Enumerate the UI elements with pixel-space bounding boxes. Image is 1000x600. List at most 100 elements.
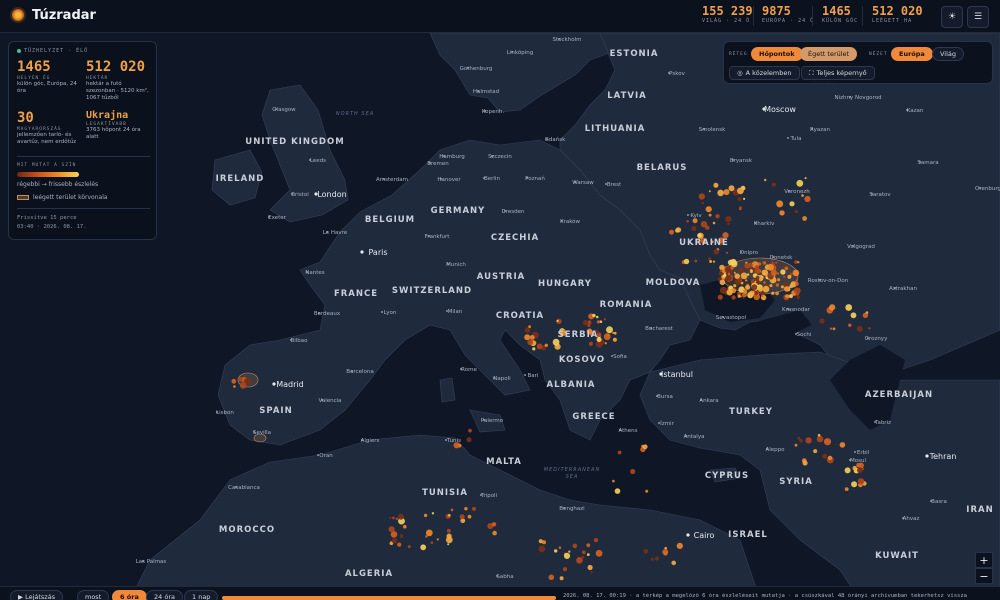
fire-hotspot[interactable] (795, 282, 799, 286)
fire-hotspot[interactable] (397, 513, 404, 520)
fire-hotspot[interactable] (538, 545, 546, 553)
fire-hotspot[interactable] (857, 467, 863, 474)
fire-hotspot[interactable] (787, 274, 792, 279)
fire-hotspot[interactable] (785, 294, 790, 299)
fire-hotspot[interactable] (817, 433, 821, 437)
fire-hotspot[interactable] (472, 506, 476, 511)
fire-hotspot[interactable] (420, 544, 427, 551)
fire-hotspot[interactable] (777, 278, 781, 282)
fire-hotspot[interactable] (389, 516, 392, 519)
fire-hotspot[interactable] (795, 279, 798, 282)
fire-hotspot[interactable] (734, 273, 740, 280)
fire-hotspot[interactable] (447, 514, 451, 517)
fire-hotspot[interactable] (701, 201, 705, 205)
time-chip-24h[interactable]: 24 óra (146, 590, 183, 600)
fire-hotspot[interactable] (544, 343, 548, 347)
fire-hotspot[interactable] (613, 331, 617, 335)
fire-hotspot[interactable] (671, 560, 676, 566)
fire-hotspot[interactable] (822, 453, 828, 459)
fire-hotspot[interactable] (388, 526, 395, 533)
fire-hotspot[interactable] (558, 546, 562, 549)
time-chip-1d[interactable]: 1 nap (184, 590, 219, 600)
fire-hotspot[interactable] (675, 227, 682, 233)
zoom-out-button[interactable]: − (975, 568, 993, 584)
fire-hotspot[interactable] (738, 278, 741, 281)
fire-hotspot[interactable] (742, 289, 748, 294)
fire-hotspot[interactable] (403, 524, 407, 529)
fire-hotspot[interactable] (733, 271, 737, 274)
fire-hotspot[interactable] (742, 296, 745, 299)
fire-hotspot[interactable] (698, 193, 705, 200)
fire-hotspot[interactable] (771, 291, 775, 295)
fire-hotspot[interactable] (554, 549, 558, 553)
fire-hotspot[interactable] (779, 210, 785, 216)
fire-hotspot[interactable] (581, 550, 586, 555)
fire-hotspot[interactable] (617, 450, 622, 455)
fire-hotspot[interactable] (762, 285, 770, 293)
fire-hotspot[interactable] (727, 259, 734, 266)
fire-hotspot[interactable] (630, 468, 636, 475)
fire-hotspot[interactable] (761, 294, 764, 298)
fire-hotspot[interactable] (654, 556, 659, 561)
fire-hotspot[interactable] (745, 284, 751, 290)
fire-hotspot[interactable] (450, 508, 454, 512)
fire-hotspot[interactable] (829, 327, 833, 330)
fire-hotspot[interactable] (727, 272, 731, 276)
fire-hotspot[interactable] (572, 543, 578, 549)
fire-hotspot[interactable] (829, 304, 836, 311)
fire-hotspot[interactable] (586, 543, 591, 548)
fire-hotspot[interactable] (715, 214, 720, 219)
fire-hotspot[interactable] (568, 550, 571, 553)
fire-hotspot[interactable] (643, 549, 649, 554)
fire-hotspot[interactable] (431, 512, 435, 515)
fire-hotspot[interactable] (467, 514, 472, 519)
fire-hotspot[interactable] (669, 229, 674, 235)
fire-hotspot[interactable] (713, 182, 719, 188)
fire-hotspot[interactable] (832, 327, 836, 331)
fire-hotspot[interactable] (794, 209, 798, 214)
fire-hotspot[interactable] (865, 311, 869, 314)
fire-hotspot[interactable] (425, 535, 428, 538)
time-chip-6h[interactable]: 6 óra (112, 590, 147, 600)
fire-hotspot[interactable] (725, 251, 729, 254)
fire-hotspot[interactable] (731, 295, 736, 300)
timeline-slider[interactable] (222, 596, 556, 600)
fire-hotspot[interactable] (796, 295, 800, 300)
fire-hotspot[interactable] (708, 190, 711, 193)
fire-hotspot[interactable] (592, 313, 596, 318)
fire-hotspot[interactable] (771, 182, 776, 187)
time-chip-now[interactable]: most (77, 590, 110, 600)
fire-hotspot[interactable] (767, 263, 774, 271)
fire-hotspot[interactable] (587, 564, 593, 571)
fire-hotspot[interactable] (789, 201, 795, 207)
fire-hotspot[interactable] (491, 522, 497, 527)
fire-hotspot[interactable] (797, 261, 800, 264)
fire-hotspot[interactable] (524, 327, 531, 334)
fire-hotspot[interactable] (707, 257, 712, 261)
menu-button[interactable]: ☰ (967, 6, 989, 28)
fire-hotspot[interactable] (712, 260, 716, 263)
fire-hotspot[interactable] (789, 284, 794, 289)
fire-hotspot[interactable] (784, 266, 789, 271)
fire-hotspot[interactable] (492, 530, 497, 536)
fire-hotspot[interactable] (804, 177, 807, 180)
fire-hotspot[interactable] (757, 286, 763, 292)
fire-hotspot[interactable] (604, 342, 607, 345)
fire-hotspot[interactable] (748, 290, 755, 297)
fire-hotspot[interactable] (737, 197, 742, 201)
fire-hotspot[interactable] (802, 216, 807, 221)
fire-hotspot[interactable] (562, 567, 568, 572)
fire-hotspot[interactable] (582, 319, 589, 326)
fire-hotspot[interactable] (725, 216, 732, 223)
fire-hotspot[interactable] (717, 294, 723, 300)
fire-hotspot[interactable] (856, 325, 863, 332)
fire-hotspot[interactable] (776, 200, 784, 208)
fire-hotspot[interactable] (445, 536, 453, 544)
fire-hotspot[interactable] (775, 283, 780, 287)
fire-hotspot[interactable] (662, 549, 669, 555)
fire-hotspot[interactable] (239, 382, 247, 389)
fire-hotspot[interactable] (705, 225, 710, 230)
fire-hotspot[interactable] (595, 315, 599, 319)
fire-hotspot[interactable] (593, 538, 599, 543)
fire-hotspot[interactable] (407, 545, 411, 549)
